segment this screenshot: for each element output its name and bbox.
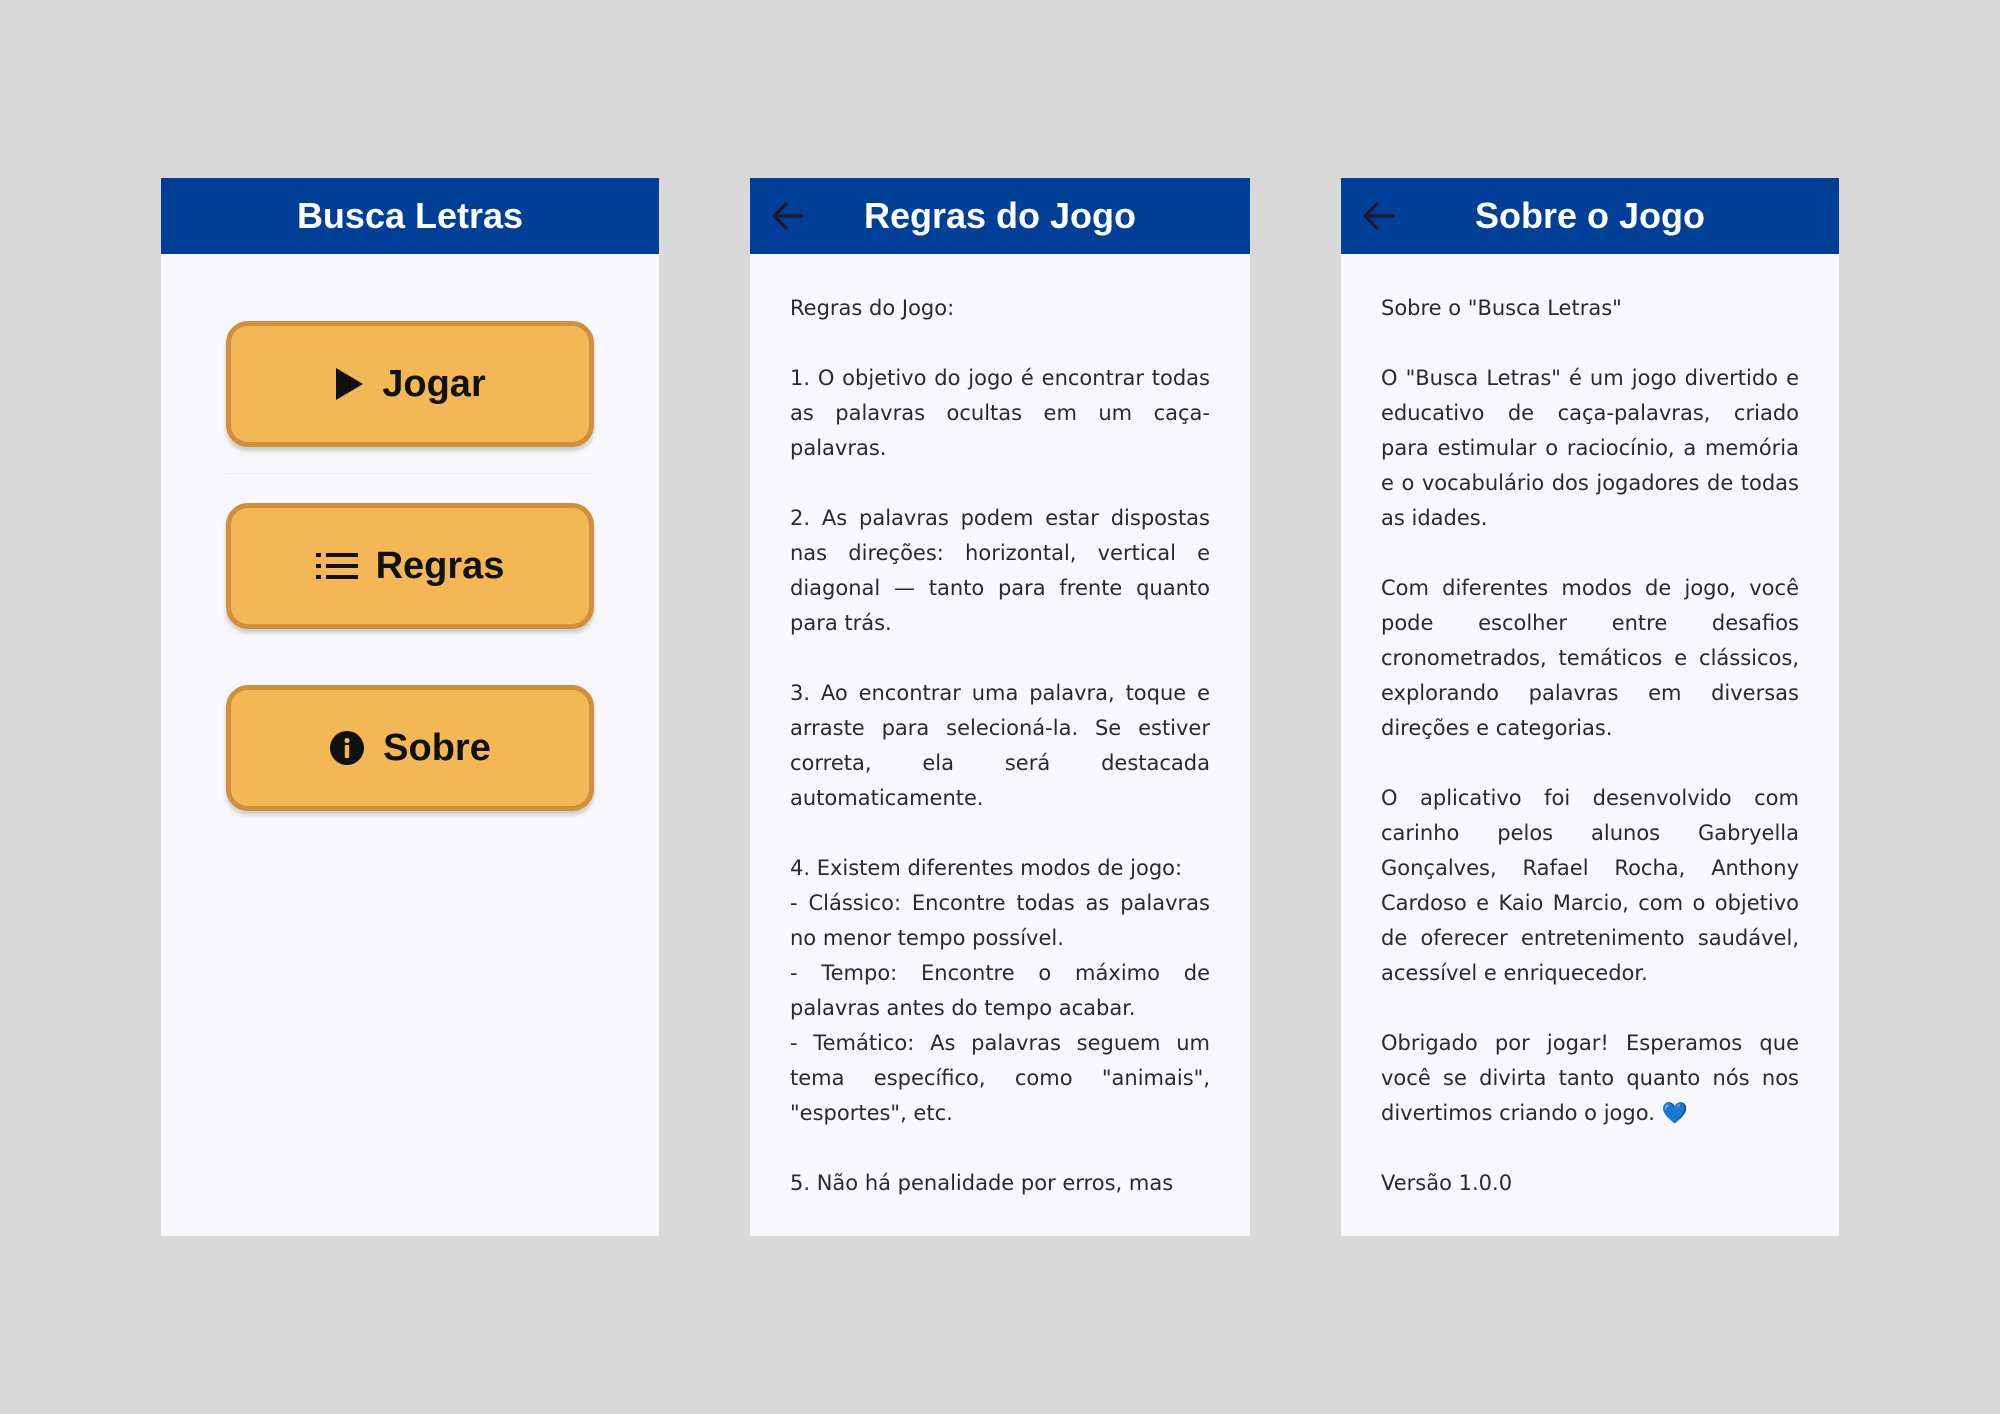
mode-classic: - Clássico: Encontre todas as palavras n… (790, 891, 1210, 950)
play-icon (334, 367, 364, 401)
app-bar: Regras do Jogo (750, 178, 1250, 254)
about-text: Sobre o "Busca Letras" O "Busca Letras" … (1381, 291, 1799, 1236)
page-title: Busca Letras (296, 195, 524, 236)
play-button[interactable]: Jogar (226, 321, 594, 447)
mode-time: - Tempo: Encontre o máximo de palavras a… (790, 961, 1210, 1020)
rule-2: 2. As palavras podem estar dispostas nas… (790, 506, 1210, 635)
rules-screen: Regras do Jogo Regras do Jogo: 1. O obje… (750, 178, 1250, 1236)
page-title: Regras do Jogo (863, 195, 1137, 236)
about-paragraph-3: O aplicativo foi desenvolvido com carinh… (1381, 786, 1799, 985)
divider (226, 473, 594, 474)
about-paragraph-2: Com diferentes modos de jogo, você pode … (1381, 576, 1799, 740)
app-bar: Busca Letras (161, 178, 659, 254)
rules-heading: Regras do Jogo: (790, 296, 955, 320)
rule-1: 1. O objetivo do jogo é encontrar todas … (790, 366, 1210, 460)
about-paragraph-4: Obrigado por jogar! Esperamos que você s… (1381, 1031, 1799, 1125)
about-button[interactable]: Sobre (226, 685, 594, 811)
play-button-label: Jogar (382, 362, 486, 405)
home-screen: Busca Letras Jogar Regras Sobre (161, 178, 659, 1236)
about-screen: Sobre o Jogo Sobre o "Busca Letras" O "B… (1341, 178, 1839, 1236)
rules-text: Regras do Jogo: 1. O objetivo do jogo é … (790, 291, 1210, 1236)
rules-button-label: Regras (375, 544, 505, 587)
rule-4: 4. Existem diferentes modos de jogo: (790, 856, 1183, 880)
app-bar: Sobre o Jogo (1341, 178, 1839, 254)
page-title: Sobre o Jogo (1474, 195, 1705, 236)
mode-thematic: - Temático: As palavras seguem um tema e… (790, 1031, 1210, 1125)
about-button-label: Sobre (383, 726, 491, 769)
about-heading: Sobre o "Busca Letras" (1381, 296, 1622, 320)
info-icon (329, 730, 365, 766)
rule-5: 5. Não há penalidade por erros, mas (790, 1171, 1174, 1195)
about-paragraph-1: O "Busca Letras" é um jogo divertido e e… (1381, 366, 1799, 530)
version-label: Versão 1.0.0 (1381, 1171, 1513, 1195)
rules-button[interactable]: Regras (226, 503, 594, 629)
list-icon (315, 552, 358, 580)
rule-3: 3. Ao encontrar uma palavra, toque e arr… (790, 681, 1210, 810)
